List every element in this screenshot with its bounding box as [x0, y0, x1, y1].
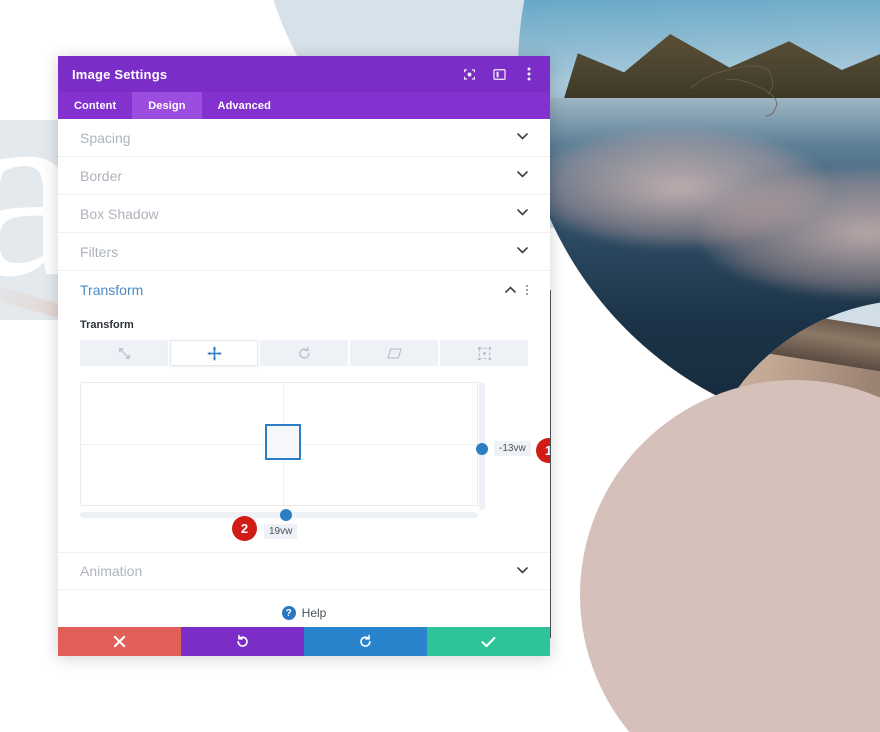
vertical-slider-knob[interactable] [476, 443, 488, 455]
redo-arrow-icon [358, 634, 373, 649]
tab-design[interactable]: Design [132, 92, 202, 119]
more-vertical-icon[interactable] [522, 67, 536, 81]
section-label: Border [80, 167, 123, 184]
target-icon[interactable] [462, 67, 476, 81]
transform-field-label: Transform [80, 319, 134, 331]
section-animation[interactable]: Animation [58, 552, 550, 590]
vertical-offset-slider[interactable] [476, 382, 488, 510]
rotate-ccw-icon[interactable] [260, 340, 348, 366]
transform-canvas[interactable] [80, 382, 478, 506]
modal-header: Image Settings [58, 56, 550, 92]
tab-content[interactable]: Content [58, 92, 132, 119]
cancel-button[interactable] [58, 627, 181, 656]
annotation-badge-1: 1 [536, 438, 550, 463]
modal-tabs: Content Design Advanced [58, 92, 550, 119]
checkmark-icon [481, 636, 496, 648]
scale-diagonal-icon[interactable] [80, 340, 168, 366]
section-label: Animation [80, 563, 143, 579]
transform-mode-toolbar [80, 340, 528, 366]
section-label: Box Shadow [80, 205, 159, 222]
modal-header-icons [462, 67, 536, 81]
vertical-offset-value: -13vw [494, 441, 531, 456]
horizontal-offset-slider[interactable] [80, 509, 478, 521]
annotation-badge-2: 2 [232, 516, 257, 541]
help-row[interactable]: ? Help [58, 590, 550, 627]
section-label: Transform [80, 282, 144, 298]
transform-origin-icon[interactable] [440, 340, 528, 366]
help-label: Help [301, 606, 327, 620]
modal-action-bar [58, 627, 550, 656]
section-tools [505, 285, 528, 296]
chevron-down-icon [517, 246, 528, 257]
page-stage: a Image Settings Content Design Advanced… [0, 0, 880, 732]
chevron-up-icon[interactable] [505, 285, 516, 296]
section-label: Filters [80, 243, 119, 260]
undo-button[interactable] [181, 627, 304, 656]
transform-panel: Transform -13vw 1 19vw 2 [58, 309, 550, 541]
horizontal-offset-value: 19vw [264, 524, 298, 539]
section-filters[interactable]: Filters [58, 233, 550, 271]
move-arrows-icon[interactable] [170, 340, 258, 366]
chevron-down-icon [517, 566, 528, 577]
section-label: Spacing [80, 129, 131, 146]
page-title: Image Settings [72, 66, 168, 82]
section-transform[interactable]: Transform [58, 271, 550, 309]
transform-canvas-area: -13vw 1 19vw 2 [80, 382, 550, 541]
skew-parallelogram-icon[interactable] [350, 340, 438, 366]
tab-advanced[interactable]: Advanced [202, 92, 287, 119]
section-spacing[interactable]: Spacing [58, 119, 550, 157]
panel-layout-icon[interactable] [492, 67, 506, 81]
chevron-down-icon [517, 132, 528, 143]
section-box-shadow[interactable]: Box Shadow [58, 195, 550, 233]
undo-arrow-icon [235, 634, 250, 649]
section-more-icon[interactable] [526, 285, 528, 295]
horizontal-slider-knob[interactable] [280, 509, 292, 521]
modal-body: Spacing Border Box Shadow Filters Transf… [58, 119, 550, 627]
question-mark-icon: ? [281, 606, 296, 620]
image-settings-modal: Image Settings Content Design Advanced S… [58, 56, 550, 656]
save-button[interactable] [427, 627, 550, 656]
close-x-icon [113, 635, 126, 648]
chevron-down-icon [517, 170, 528, 181]
redo-button[interactable] [304, 627, 427, 656]
transform-target-square[interactable] [265, 424, 301, 460]
section-border[interactable]: Border [58, 157, 550, 195]
chevron-down-icon [517, 208, 528, 219]
